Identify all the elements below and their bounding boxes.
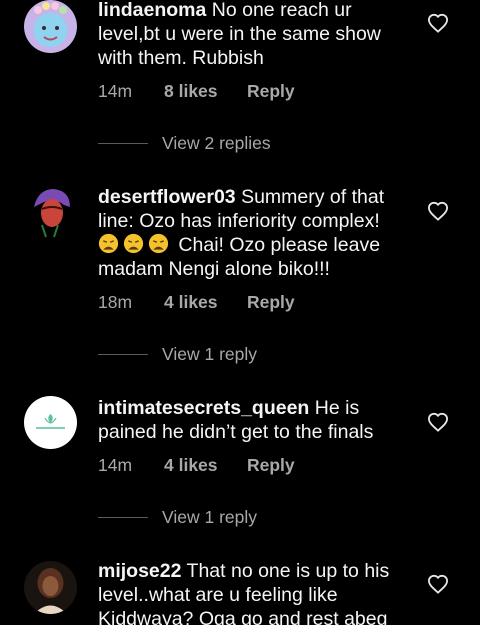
heart-icon[interactable] <box>427 574 449 594</box>
weary-face-icon <box>123 233 144 254</box>
comment-time: 18m <box>98 292 133 312</box>
view-replies-label: View 2 replies <box>162 132 271 153</box>
comment-username[interactable]: mijose22 <box>98 560 181 582</box>
likes-count[interactable]: 8 likes <box>164 79 247 103</box>
replies-divider <box>98 142 148 144</box>
comment-username[interactable]: desertflower03 <box>98 186 236 208</box>
likes-count[interactable]: 4 likes <box>164 453 247 477</box>
comment-text: desertflower03 Summery of that line: Ozo… <box>98 185 408 281</box>
avatar[interactable] <box>24 396 77 449</box>
view-replies-button[interactable]: View 1 reply <box>98 505 257 529</box>
heart-icon[interactable] <box>427 201 449 221</box>
avatar[interactable] <box>24 561 77 614</box>
comment-meta: 14m 4 likes Reply <box>98 453 295 477</box>
reply-button[interactable]: Reply <box>247 79 295 103</box>
weary-face-icon <box>148 233 169 254</box>
heart-icon[interactable] <box>427 412 449 432</box>
comment-text: lindaenoma No one reach ur level,bt u we… <box>98 0 408 70</box>
comment-username[interactable]: intimatesecrets_queen <box>98 397 309 419</box>
reply-button[interactable]: Reply <box>247 290 295 314</box>
avatar[interactable] <box>24 185 77 238</box>
comment-username[interactable]: lindaenoma <box>98 0 206 21</box>
comment-meta: 18m 4 likes Reply <box>98 290 295 314</box>
view-replies-label: View 1 reply <box>162 506 258 527</box>
comment-time: 14m <box>98 455 133 475</box>
comment-text: intimatesecrets_queen He is pained he di… <box>98 396 408 444</box>
likes-count[interactable]: 4 likes <box>164 290 247 314</box>
comment-text: mijose22 That no one is up to his level.… <box>98 559 408 625</box>
view-replies-button[interactable]: View 1 reply <box>98 342 257 366</box>
replies-divider <box>98 353 148 355</box>
view-replies-label: View 1 reply <box>162 343 258 364</box>
heart-icon[interactable] <box>427 13 449 33</box>
reply-button[interactable]: Reply <box>247 453 295 477</box>
comment-meta: 14m 8 likes Reply <box>98 79 295 103</box>
weary-face-icon <box>98 233 119 254</box>
comment-time: 14m <box>98 81 133 101</box>
replies-divider <box>98 516 148 518</box>
comments-screen: lindaenoma No one reach ur level,bt u we… <box>0 0 480 625</box>
view-replies-button[interactable]: View 2 replies <box>98 131 271 155</box>
avatar[interactable] <box>24 0 77 53</box>
emoji-group <box>98 233 178 256</box>
